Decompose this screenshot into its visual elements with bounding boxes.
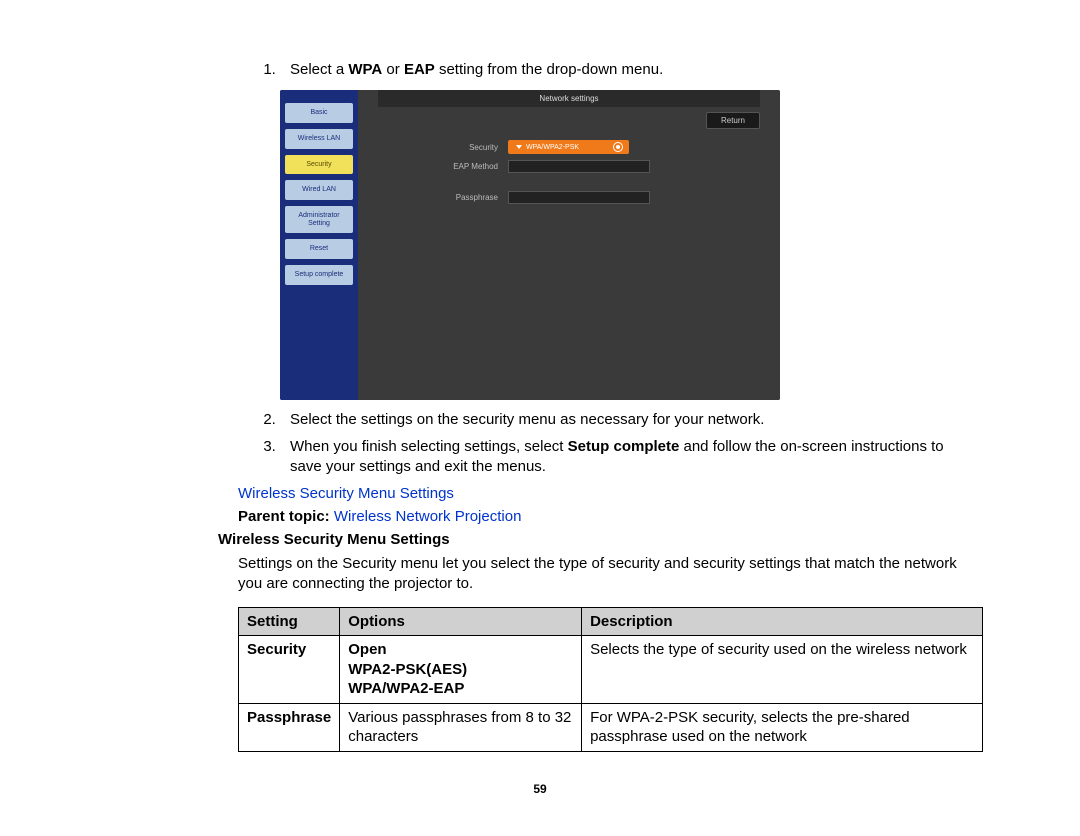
network-settings-screenshot: Basic Wireless LAN Security Wired LAN Admini… [280, 90, 780, 400]
step3-text-pre: When you finish selecting settings, sele… [290, 438, 568, 455]
step-1: Select a WPA or EAP setting from the dro… [280, 60, 960, 80]
wireless-security-link[interactable]: Wireless Security Menu Settings [238, 485, 454, 502]
cell-options: OpenWPA2-PSK(AES)WPA/WPA2-EAP [340, 636, 582, 704]
sidebar-item-setup-complete[interactable]: Setup complete [285, 265, 353, 285]
page-number: 59 [120, 782, 960, 796]
screenshot-title: Network settings [378, 90, 760, 107]
sidebar-item-administrator-setting[interactable]: Administrator Setting [285, 206, 353, 233]
parent-topic-label: Parent topic: [238, 508, 334, 525]
step1-bold2: EAP [404, 61, 435, 78]
security-row: Security WPA/WPA2-PSK [358, 137, 780, 157]
passphrase-row: Passphrase [358, 188, 780, 207]
section-heading: Wireless Security Menu Settings [218, 531, 960, 548]
eap-field[interactable] [508, 160, 650, 173]
sidebar-item-wired-lan[interactable]: Wired LAN [285, 180, 353, 200]
cell-setting: Security [239, 636, 340, 704]
chevron-down-icon [516, 145, 522, 149]
cell-options: Various passphrases from 8 to 32 charact… [340, 703, 582, 751]
step-list-cont: Select the settings on the security menu… [120, 410, 960, 477]
step-3: When you finish selecting settings, sele… [280, 437, 960, 478]
step3-bold: Setup complete [568, 438, 680, 455]
eap-row: EAP Method [358, 157, 780, 176]
table-header-row: Setting Options Description [239, 607, 983, 636]
security-value: WPA/WPA2-PSK [526, 144, 579, 151]
table-row: PassphraseVarious passphrases from 8 to … [239, 703, 983, 751]
th-description: Description [582, 607, 983, 636]
step2-text: Select the settings on the security menu… [290, 411, 764, 428]
step-list: Select a WPA or EAP setting from the dro… [120, 60, 960, 80]
table-row: SecurityOpenWPA2-PSK(AES)WPA/WPA2-EAPSel… [239, 636, 983, 704]
sidebar-item-security[interactable]: Security [285, 155, 353, 175]
sidebar-item-wireless-lan[interactable]: Wireless LAN [285, 129, 353, 149]
settings-table: Setting Options Description SecurityOpen… [238, 607, 983, 752]
security-label: Security [398, 143, 508, 152]
screenshot-sidebar: Basic Wireless LAN Security Wired LAN Admini… [280, 90, 358, 400]
passphrase-label: Passphrase [398, 193, 508, 202]
step1-text-pre: Select a [290, 61, 348, 78]
cell-description: Selects the type of security used on the… [582, 636, 983, 704]
security-dropdown[interactable]: WPA/WPA2-PSK [508, 140, 629, 154]
parent-topic-link[interactable]: Wireless Network Projection [334, 508, 522, 525]
sidebar-item-basic[interactable]: Basic [285, 103, 353, 123]
return-button[interactable]: Return [706, 112, 760, 129]
sidebar-item-reset[interactable]: Reset [285, 239, 353, 259]
section-body: Settings on the Security menu let you se… [238, 554, 960, 595]
cell-description: For WPA-2-PSK security, selects the pre-… [582, 703, 983, 751]
step1-text-mid: or [382, 61, 404, 78]
step1-bold1: WPA [348, 61, 382, 78]
step1-text-post: setting from the drop-down menu. [435, 61, 663, 78]
step-2: Select the settings on the security menu… [280, 410, 960, 430]
parent-topic-line: Parent topic: Wireless Network Projectio… [238, 508, 960, 525]
eap-label: EAP Method [398, 162, 508, 171]
cell-setting: Passphrase [239, 703, 340, 751]
th-setting: Setting [239, 607, 340, 636]
passphrase-field[interactable] [508, 191, 650, 204]
screenshot-main: Network settings Return Security WPA/WPA… [358, 90, 780, 400]
radio-icon [613, 142, 623, 152]
th-options: Options [340, 607, 582, 636]
